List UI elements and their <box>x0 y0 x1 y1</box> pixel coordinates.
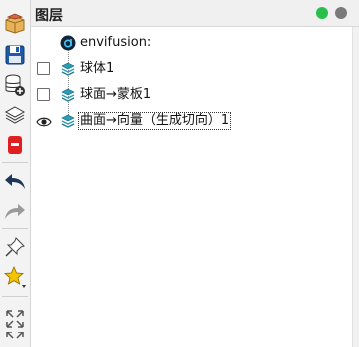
open-box-icon[interactable] <box>2 10 28 36</box>
tree-item-label: 曲面→向量（生成切向）1 <box>78 112 232 130</box>
layer-stack-icon <box>60 113 76 129</box>
expand-icon[interactable] <box>2 332 28 347</box>
app-window: 图层 envifusion: 球体1 球面→蒙板1 曲面→向量（生成切向）1 <box>0 0 359 347</box>
layers-panel: 图层 envifusion: 球体1 球面→蒙板1 曲面→向量（生成切向）1 <box>31 0 359 347</box>
toolbar-separator <box>2 296 28 297</box>
tree-root-row[interactable]: envifusion: <box>31 33 351 53</box>
status-gray-dot[interactable] <box>335 7 347 19</box>
tree-item[interactable]: 球体1 <box>31 59 351 79</box>
panel-header: 图层 <box>31 0 359 27</box>
toolbar-separator <box>2 162 28 163</box>
fit-view-icon[interactable] <box>2 306 28 332</box>
tree-item-label: 球面→蒙板1 <box>80 87 152 102</box>
toolbar-separator <box>2 228 28 229</box>
visibility-checkbox[interactable] <box>37 62 50 75</box>
redo-icon[interactable] <box>2 198 28 224</box>
bookmark-red-icon[interactable] <box>2 132 28 158</box>
database-add-icon[interactable] <box>2 72 28 98</box>
tree-item[interactable]: 球面→蒙板1 <box>31 85 351 105</box>
save-icon[interactable] <box>2 42 28 68</box>
left-toolbar <box>0 0 31 347</box>
pin-icon[interactable] <box>2 234 28 260</box>
tree-item-selected[interactable]: 曲面→向量（生成切向）1 <box>31 111 351 131</box>
layer-stack-icon <box>60 87 76 103</box>
layers-icon[interactable] <box>2 102 28 128</box>
tree-root-label: envifusion: <box>80 35 152 50</box>
tree-item-label: 球体1 <box>80 61 115 76</box>
envifusion-logo-icon <box>60 35 76 51</box>
vertical-scrollbar[interactable] <box>352 27 359 347</box>
undo-icon[interactable] <box>2 168 28 194</box>
layer-stack-icon <box>60 61 76 77</box>
eye-icon[interactable] <box>36 114 52 128</box>
layer-tree: envifusion: 球体1 球面→蒙板1 曲面→向量（生成切向）1 <box>31 27 353 347</box>
star-dropdown-icon[interactable] <box>2 264 28 290</box>
panel-title: 图层 <box>35 8 63 24</box>
status-green-dot[interactable] <box>316 7 328 19</box>
visibility-checkbox[interactable] <box>37 88 50 101</box>
